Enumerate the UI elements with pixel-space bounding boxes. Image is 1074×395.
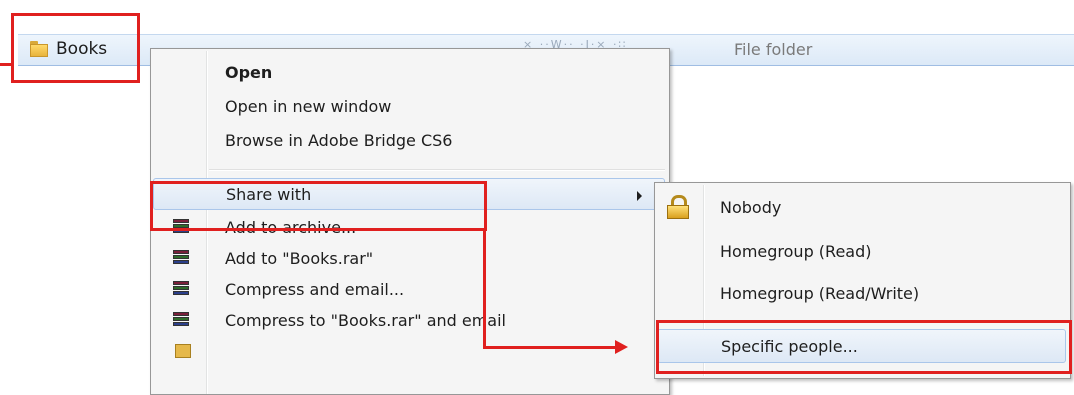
menu-item-compress-to-books-rar-email[interactable]: Compress to "Books.rar" and email (153, 305, 665, 337)
winrar-icon (173, 281, 189, 298)
annotation-box-specific-people (656, 320, 1072, 374)
menu-separator (209, 169, 665, 171)
menu-item-label: Open in new window (225, 97, 392, 116)
submenu-item-homegroup-readwrite[interactable]: Homegroup (Read/Write) (657, 277, 1066, 311)
submenu-arrow-icon (637, 191, 642, 201)
annotation-box-share-with (150, 181, 487, 231)
menu-item-open[interactable]: Open (153, 57, 665, 89)
annotation-connector-vertical (483, 231, 486, 349)
submenu-item-label: Nobody (720, 198, 782, 217)
folder-icon (175, 344, 191, 358)
submenu-item-homegroup-read[interactable]: Homegroup (Read) (657, 235, 1066, 269)
annotation-box-folder (11, 13, 140, 83)
file-type: File folder (734, 40, 813, 59)
annotation-connector-horizontal (483, 346, 617, 349)
submenu-item-nobody[interactable]: Nobody (657, 191, 1066, 225)
menu-item-label: Compress and email... (225, 280, 405, 299)
menu-item-label: Browse in Adobe Bridge CS6 (225, 131, 453, 150)
annotation-arrowhead (615, 340, 628, 354)
menu-item-browse-bridge[interactable]: Browse in Adobe Bridge CS6 (153, 125, 665, 157)
menu-item-partial[interactable] (153, 336, 665, 368)
menu-item-add-to-books-rar[interactable]: Add to "Books.rar" (153, 243, 665, 275)
winrar-icon (173, 312, 189, 329)
winrar-icon (173, 250, 189, 267)
submenu-item-label: Homegroup (Read/Write) (720, 284, 920, 303)
menu-item-label: Add to "Books.rar" (225, 249, 374, 268)
menu-item-compress-email[interactable]: Compress and email... (153, 274, 665, 306)
menu-item-label: Compress to "Books.rar" and email (225, 311, 506, 330)
submenu-item-label: Homegroup (Read) (720, 242, 872, 261)
lock-icon (667, 195, 689, 219)
menu-item-label: Open (225, 63, 273, 82)
menu-item-open-new-window[interactable]: Open in new window (153, 91, 665, 123)
